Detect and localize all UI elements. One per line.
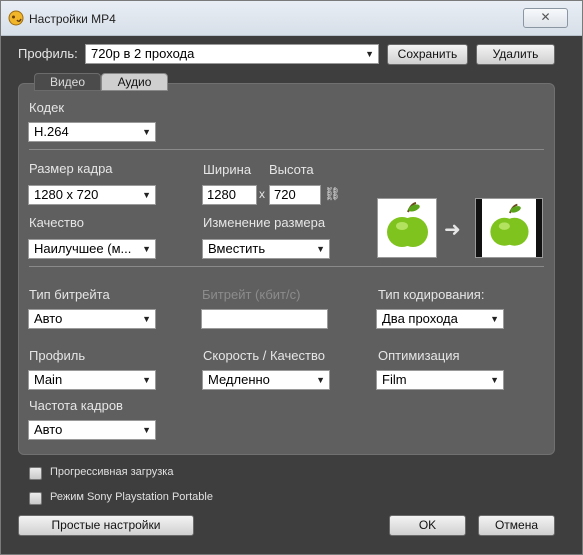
chevron-down-icon: ▼ [365, 49, 374, 59]
quality-select[interactable]: Наилучшее (м... ▼ [28, 239, 156, 259]
quality-label: Качество [29, 215, 84, 230]
tab-audio[interactable]: Аудио [101, 73, 168, 91]
bitrate-input[interactable] [201, 309, 328, 329]
simple-settings-button[interactable]: Простые настройки [18, 515, 194, 536]
profile-preset-value: 720p в 2 прохода [91, 46, 195, 61]
h264-profile-value: Main [34, 372, 63, 387]
framerate-select[interactable]: Авто ▼ [28, 420, 156, 440]
optimization-label: Оптимизация [378, 348, 460, 363]
output-frame [482, 199, 536, 257]
codec-select[interactable]: H.264 ▼ [28, 122, 156, 142]
mp4-settings-window: Настройки MP4 ✕ Профиль: 720p в 2 проход… [0, 0, 583, 555]
chevron-down-icon: ▼ [142, 425, 151, 435]
chevron-down-icon: ▼ [490, 314, 499, 324]
bitrate-type-select[interactable]: Авто ▼ [28, 309, 156, 329]
quality-value: Наилучшее (м... [34, 241, 132, 256]
resize-value: Вместить [208, 241, 266, 256]
progressive-checkbox[interactable] [29, 467, 42, 480]
apple-icon [387, 202, 428, 247]
height-label: Высота [269, 162, 314, 177]
save-button[interactable]: Сохранить [387, 44, 468, 65]
encoding-type-select[interactable]: Два прохода ▼ [376, 309, 504, 329]
bitrate-label: Битрейт (кбит/с) [202, 287, 301, 302]
optimization-select[interactable]: Film ▼ [376, 370, 504, 390]
link-aspect-icon[interactable]: ⛓ [324, 186, 341, 202]
resize-label: Изменение размера [203, 215, 326, 230]
times-symbol: x [259, 187, 265, 201]
bitrate-type-value: Авто [34, 311, 63, 326]
encoding-type-label: Тип кодирования: [378, 287, 485, 302]
width-input[interactable]: 1280 [202, 185, 257, 205]
divider [29, 149, 544, 150]
bitrate-type-label: Тип битрейта [29, 287, 110, 302]
encoding-type-value: Два прохода [382, 311, 458, 326]
apple-icon [490, 203, 529, 246]
window-title: Настройки MP4 [29, 12, 116, 26]
tab-video[interactable]: Видео [34, 73, 101, 91]
progressive-checkbox-label[interactable]: Прогрессивная загрузка [50, 466, 173, 478]
h264-profile-label: Профиль [29, 348, 86, 363]
app-icon [8, 10, 24, 26]
frame-size-value: 1280 x 720 [34, 187, 99, 202]
h264-profile-select[interactable]: Main ▼ [28, 370, 156, 390]
psp-checkbox[interactable] [29, 492, 42, 505]
chevron-down-icon: ▼ [316, 244, 325, 254]
speed-quality-select[interactable]: Медленно ▼ [202, 370, 330, 390]
delete-button[interactable]: Удалить [476, 44, 555, 65]
framerate-label: Частота кадров [29, 398, 123, 413]
chevron-down-icon: ▼ [142, 244, 151, 254]
arrow-right-icon: ➜ [444, 219, 461, 241]
chevron-down-icon: ▼ [142, 314, 151, 324]
output-preview [475, 198, 543, 258]
resize-select[interactable]: Вместить ▼ [202, 239, 330, 259]
chevron-down-icon: ▼ [142, 190, 151, 200]
profile-preset-select[interactable]: 720p в 2 прохода ▼ [85, 44, 379, 64]
divider [29, 266, 544, 267]
frame-size-label: Размер кадра [29, 161, 113, 176]
height-input[interactable]: 720 [269, 185, 321, 205]
chevron-down-icon: ▼ [142, 127, 151, 137]
optimization-value: Film [382, 372, 407, 387]
source-preview [377, 198, 437, 258]
framerate-value: Авто [34, 422, 63, 437]
chevron-down-icon: ▼ [142, 375, 151, 385]
profile-preset-label: Профиль: [18, 46, 78, 61]
close-icon: ✕ [540, 10, 551, 24]
speed-quality-value: Медленно [208, 372, 270, 387]
frame-size-select[interactable]: 1280 x 720 ▼ [28, 185, 156, 205]
codec-label: Кодек [29, 100, 65, 115]
chevron-down-icon: ▼ [316, 375, 325, 385]
chevron-down-icon: ▼ [490, 375, 499, 385]
codec-value: H.264 [34, 124, 69, 139]
cancel-button[interactable]: Отмена [478, 515, 555, 536]
speed-quality-label: Скорость / Качество [203, 348, 325, 363]
psp-checkbox-label[interactable]: Режим Sony Playstation Portable [50, 491, 213, 503]
title-bar: Настройки MP4 ✕ [1, 1, 582, 36]
ok-button[interactable]: OK [389, 515, 466, 536]
width-label: Ширина [203, 162, 252, 177]
close-button[interactable]: ✕ [523, 8, 568, 28]
